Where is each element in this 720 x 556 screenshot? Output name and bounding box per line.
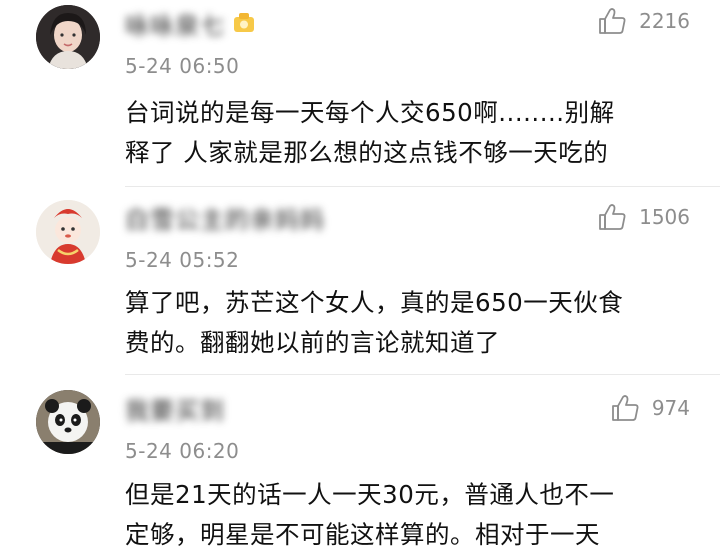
thumbs-up-icon: [599, 8, 626, 34]
comment-time: 5-24 05:52: [125, 248, 240, 272]
comment-text: 算了吧，苏芒这个女人，真的是650一天伙食 费的。翻翻她以前的言论就知道了: [125, 283, 685, 363]
comment-text-line: 算了吧，苏芒这个女人，真的是650一天伙食: [125, 288, 624, 317]
comment-time: 5-24 06:50: [125, 54, 240, 78]
thumbs-up-icon: [611, 395, 639, 421]
username-text: 咏咏泉七: [125, 11, 225, 40]
username[interactable]: 白雪公主的亲妈妈: [125, 202, 325, 234]
comment-feed: 咏咏泉七 5-24 06:50 2216 台词说的是每一天每个人交650啊...…: [0, 0, 720, 556]
like-count: 974: [651, 396, 690, 420]
like-button[interactable]: 2216: [597, 6, 690, 36]
like-button[interactable]: 974: [610, 393, 690, 423]
comment-text: 但是21天的话一人一天30元，普通人也不一 定够，明星是不可能这样算的。相对于一…: [125, 475, 685, 555]
like-count: 1506: [639, 205, 690, 229]
avatar-mascot-icon: [36, 200, 100, 264]
like-button[interactable]: 1506: [597, 202, 690, 232]
comment-text-line: 费的。翻翻她以前的言论就知道了: [125, 328, 500, 357]
avatar[interactable]: [36, 200, 100, 264]
username[interactable]: 咏咏泉七: [125, 8, 257, 40]
thumbs-up-icon: [599, 204, 626, 230]
username[interactable]: 我要买到: [125, 393, 225, 425]
comment-text-line: 台词说的是每一天每个人交650啊........别解: [125, 98, 615, 127]
comment-item: 我要买到 5-24 06:20 974 但是21天的话一人一天30元，普通人也不…: [0, 375, 720, 556]
avatar[interactable]: [36, 390, 100, 454]
comment-item: 白雪公主的亲妈妈 5-24 05:52 1506 算了吧，苏芒这个女人，真的是6…: [0, 187, 720, 375]
avatar[interactable]: [36, 5, 100, 69]
comment-text-line: 释了 人家就是那么想的这点钱不够一天吃的: [125, 138, 609, 167]
comment-text-line: 但是21天的话一人一天30元，普通人也不一: [125, 480, 615, 509]
comment-time: 5-24 06:20: [125, 439, 240, 463]
comment-text: 台词说的是每一天每个人交650啊........别解 释了 人家就是那么想的这点…: [125, 93, 685, 173]
avatar-portrait-icon: [36, 5, 100, 69]
username-text: 我要买到: [125, 396, 225, 425]
vip-badge-icon: [234, 13, 254, 32]
like-count: 2216: [639, 9, 690, 33]
username-text: 白雪公主的亲妈妈: [125, 205, 325, 234]
comment-text-line: 定够，明星是不可能这样算的。相对于一天: [125, 520, 600, 549]
avatar-panda-icon: [36, 390, 100, 454]
comment-item: 咏咏泉七 5-24 06:50 2216 台词说的是每一天每个人交650啊...…: [0, 0, 720, 190]
